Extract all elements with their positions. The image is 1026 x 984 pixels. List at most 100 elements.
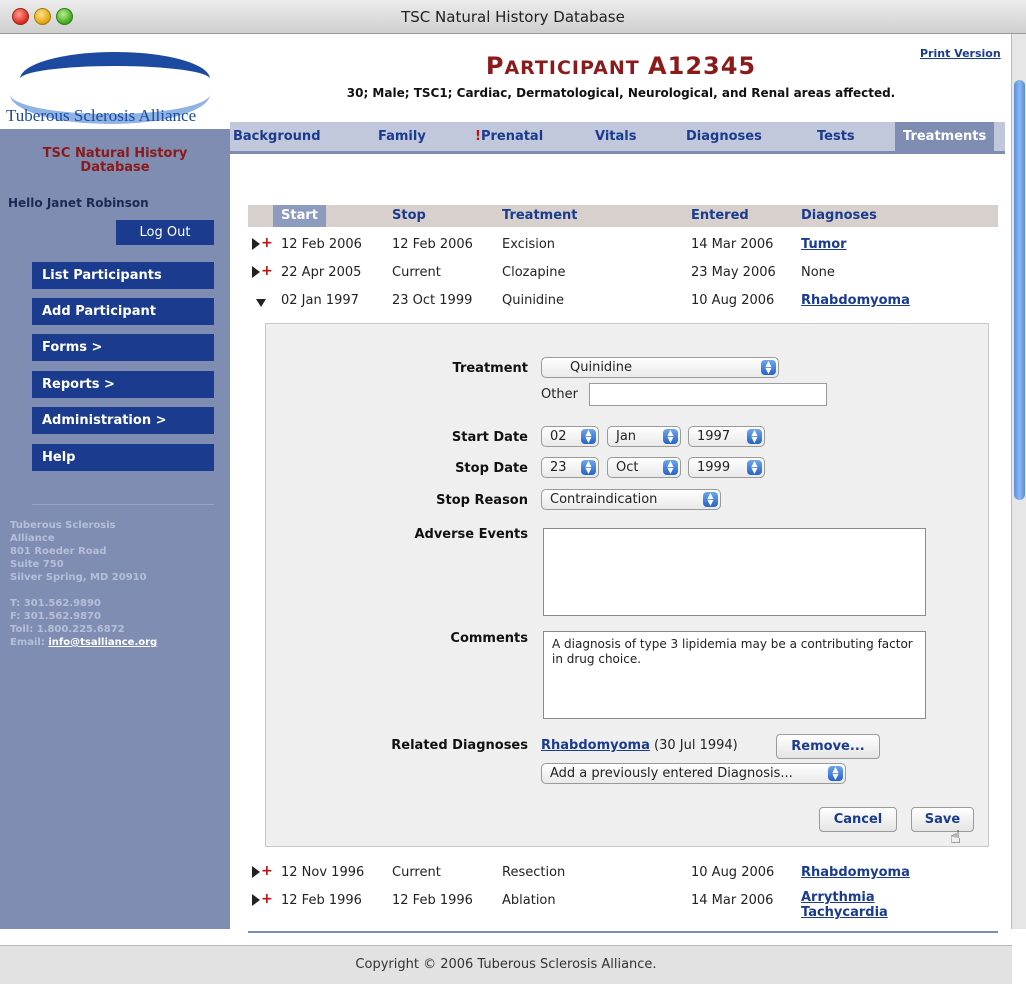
logout-button[interactable]: Log Out <box>116 220 214 245</box>
cell-entered: 14 Mar 2006 <box>691 893 774 908</box>
stop-reason-select[interactable]: Contraindication ▲ ▼ <box>541 489 721 510</box>
comments-textarea[interactable]: A diagnosis of type 3 lipidemia may be a… <box>543 631 926 719</box>
contact-info: Tuberous Sclerosis Alliance 801 Roeder R… <box>10 519 157 649</box>
expand-arrow-icon[interactable] <box>252 266 260 278</box>
expand-arrow-icon[interactable] <box>252 866 260 878</box>
select-arrows-icon: ▲ ▼ <box>581 460 596 475</box>
cell-entered: 10 Aug 2006 <box>691 865 775 880</box>
remove-diagnosis-button[interactable]: Remove... <box>776 734 880 759</box>
tab-family[interactable]: Family <box>378 122 426 151</box>
collapse-arrow-icon[interactable] <box>256 299 266 307</box>
logo-text: Tuberous Sclerosis Alliance <box>6 106 197 125</box>
treatment-label: Treatment <box>452 361 529 376</box>
diagnosis-link[interactable]: Rhabdomyoma <box>801 293 910 308</box>
select-arrows-icon: ▲ ▼ <box>747 429 762 444</box>
select-arrows-icon: ▲ ▼ <box>663 460 678 475</box>
user-greeting: Hello Janet Robinson <box>8 196 149 210</box>
email-label: Email: <box>10 637 45 648</box>
adverse-events-textarea[interactable] <box>543 528 926 616</box>
treatment-select-value: Quinidine <box>570 360 633 375</box>
select-value: Add a previously entered Diagnosis... <box>550 766 793 781</box>
expand-arrow-icon[interactable] <box>252 238 260 250</box>
related-diagnosis-entry: Rhabdomyoma (30 Jul 1994) <box>541 738 738 753</box>
cell-treatment: Excision <box>502 237 556 252</box>
col-entered[interactable]: Entered <box>691 208 749 223</box>
stop-day-select[interactable]: 23 ▲ ▼ <box>541 457 599 478</box>
nav-list-participants[interactable]: List Participants <box>32 262 214 289</box>
col-start[interactable]: Start <box>273 205 326 227</box>
cell-stop: 23 Oct 1999 <box>392 293 473 308</box>
stop-reason-label: Stop Reason <box>436 493 528 508</box>
other-treatment-input[interactable] <box>589 383 827 406</box>
logo[interactable]: Tuberous Sclerosis Alliance <box>0 34 230 129</box>
select-value: 02 <box>550 429 567 444</box>
address-line: Suite 750 <box>10 559 64 570</box>
start-month-select[interactable]: Jan ▲ ▼ <box>607 426 681 447</box>
tab-treatments[interactable]: Treatments <box>895 122 995 151</box>
select-value: 23 <box>550 460 567 475</box>
cell-treatment: Resection <box>502 865 566 880</box>
app-title: TSC Natural History Database <box>0 147 230 175</box>
plus-icon: + <box>261 235 273 251</box>
save-button[interactable]: Save <box>911 807 974 832</box>
print-version-link[interactable]: Print Version <box>920 47 1001 60</box>
diagnosis-link[interactable]: Tumor <box>801 237 847 252</box>
diagnosis-link[interactable]: Rhabdomyoma <box>801 865 910 880</box>
nav-forms[interactable]: Forms > <box>32 334 214 361</box>
cell-entered: 14 Mar 2006 <box>691 237 774 252</box>
select-value: 1997 <box>697 429 731 444</box>
expand-arrow-icon[interactable] <box>252 894 260 906</box>
diagnosis-link[interactable]: Tachycardia <box>801 905 888 920</box>
col-stop[interactable]: Stop <box>392 208 426 223</box>
nav-help[interactable]: Help <box>32 444 214 471</box>
col-diagnoses[interactable]: Diagnoses <box>801 208 877 223</box>
cell-stop: 12 Feb 1996 <box>392 893 473 908</box>
tab-prenatal[interactable]: !Prenatal <box>475 122 543 151</box>
select-value: 1999 <box>697 460 731 475</box>
tab-background[interactable]: Background <box>233 122 321 151</box>
nav-administration[interactable]: Administration > <box>32 407 214 434</box>
related-diagnosis-date: (30 Jul 1994) <box>654 738 738 753</box>
cell-stop: 12 Feb 2006 <box>392 237 473 252</box>
col-treatment[interactable]: Treatment <box>502 208 578 223</box>
nav-reports[interactable]: Reports > <box>32 371 214 398</box>
cell-treatment: Clozapine <box>502 265 566 280</box>
app-title-line2: Database <box>80 160 150 175</box>
plus-icon: + <box>261 863 273 879</box>
tab-diagnoses[interactable]: Diagnoses <box>686 122 762 151</box>
stop-date-label: Stop Date <box>455 461 528 476</box>
cell-entered: 10 Aug 2006 <box>691 293 775 308</box>
cell-treatment: Ablation <box>502 893 556 908</box>
start-year-select[interactable]: 1997 ▲ ▼ <box>688 426 765 447</box>
cell-start: 12 Feb 1996 <box>281 893 362 908</box>
treatment-select[interactable]: Quinidine ▲ ▼ <box>541 357 779 378</box>
cell-stop: Current <box>392 265 441 280</box>
cancel-button[interactable]: Cancel <box>819 807 897 832</box>
email-link[interactable]: info@tsalliance.org <box>48 637 157 648</box>
stop-month-select[interactable]: Oct ▲ ▼ <box>607 457 681 478</box>
nav-add-participant[interactable]: Add Participant <box>32 298 214 325</box>
related-diagnosis-link[interactable]: Rhabdomyoma <box>541 738 650 753</box>
scrollbar-thumb[interactable] <box>1014 80 1025 500</box>
page-title: PARTICIPANT A12345 <box>230 52 1012 80</box>
start-day-select[interactable]: 02 ▲ ▼ <box>541 426 599 447</box>
select-value: Contraindication <box>550 492 658 507</box>
adverse-events-label: Adverse Events <box>414 527 528 542</box>
tab-label: Prenatal <box>480 129 544 144</box>
select-arrows-icon: ▲ ▼ <box>828 766 843 781</box>
select-value: Oct <box>616 460 639 475</box>
tab-vitals[interactable]: Vitals <box>595 122 636 151</box>
cell-start: 02 Jan 1997 <box>281 293 359 308</box>
table-bottom-rule <box>248 931 998 933</box>
diagnosis-link[interactable]: Arrythmia <box>801 890 875 905</box>
stop-year-select[interactable]: 1999 ▲ ▼ <box>688 457 765 478</box>
address-line: Silver Spring, MD 20910 <box>10 572 147 583</box>
tab-bar: Background Family !Prenatal Vitals Diagn… <box>230 122 1005 154</box>
comments-label: Comments <box>450 631 528 646</box>
add-diagnosis-select[interactable]: Add a previously entered Diagnosis... ▲ ▼ <box>541 763 846 784</box>
plus-icon: + <box>261 263 273 279</box>
vertical-scrollbar[interactable] <box>1011 34 1026 929</box>
address-line: 801 Roeder Road <box>10 546 107 557</box>
tab-tests[interactable]: Tests <box>817 122 855 151</box>
window-titlebar: TSC Natural History Database <box>0 0 1026 34</box>
